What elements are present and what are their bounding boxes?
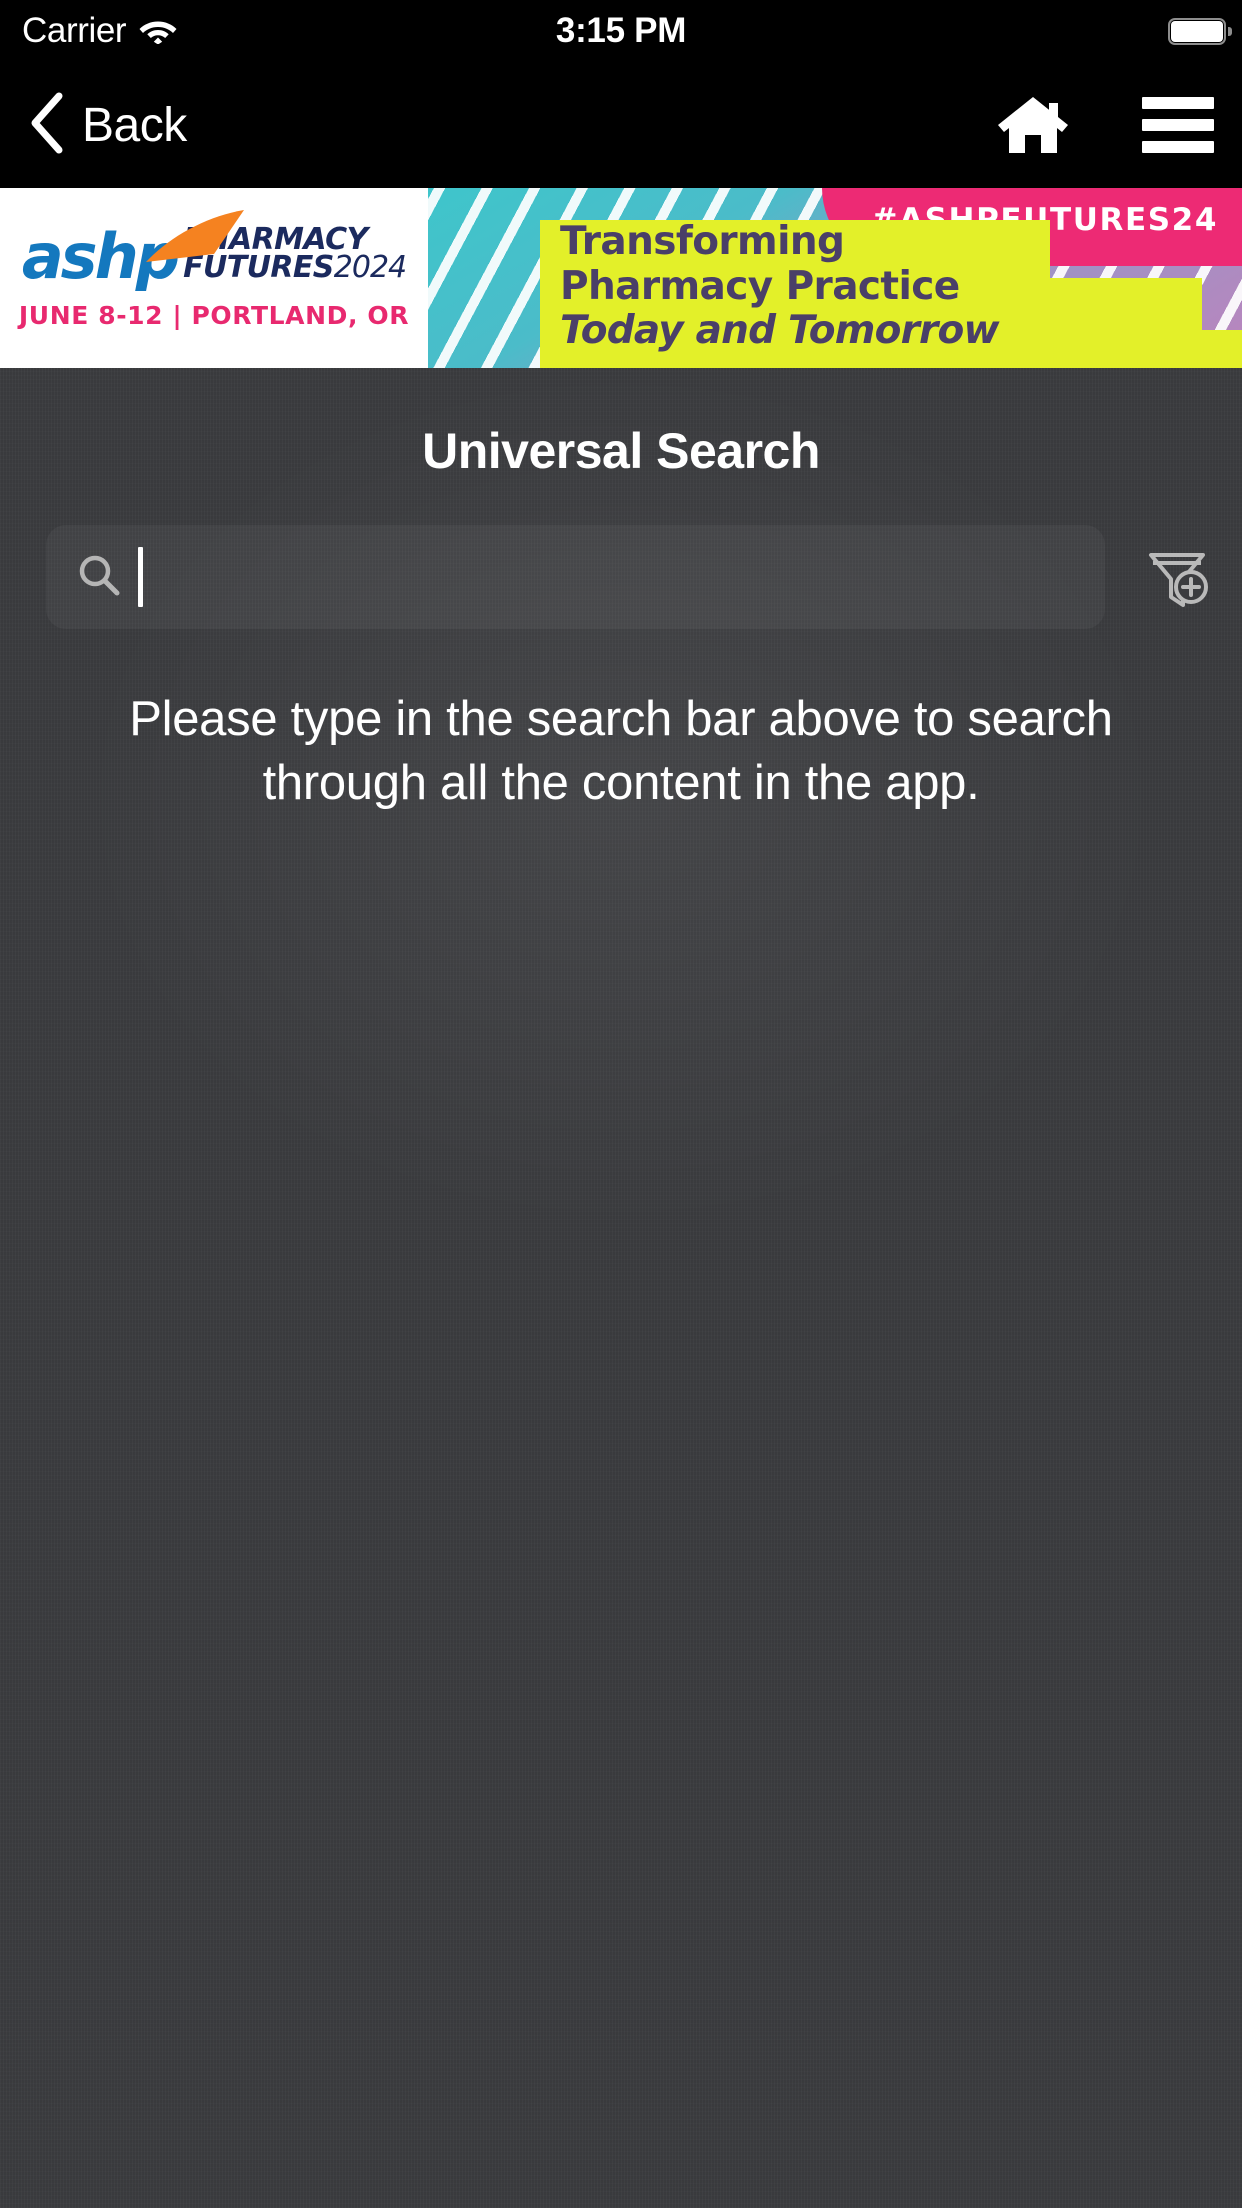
- tagline-line-2: Pharmacy Practice: [560, 264, 960, 309]
- banner-graphic-block: #ASHPFUTURES24 Transforming Pharmacy Pra…: [428, 188, 1242, 368]
- banner-dates-location: JUNE 8-12 | PORTLAND, OR: [18, 301, 410, 331]
- banner-tagline: Transforming Pharmacy Practice Today and…: [560, 222, 1242, 350]
- banner-logo-block: ashp PHARMACY FUTURES 2024 JUNE 8-12 | PO…: [0, 188, 428, 368]
- search-icon: [76, 552, 122, 603]
- search-hint-text: Please type in the search bar above to s…: [129, 692, 1113, 810]
- home-icon[interactable]: [994, 91, 1072, 159]
- search-row: [0, 525, 1242, 629]
- status-bar: Carrier 3:15 PM: [0, 0, 1242, 62]
- swoosh-icon: [140, 208, 250, 271]
- main-content: Universal Search Please type in the sear…: [0, 368, 1242, 2208]
- nav-bar-actions: [994, 62, 1214, 188]
- ashp-logo: ashp PHARMACY FUTURES 2024: [22, 209, 407, 288]
- back-button[interactable]: Back: [28, 62, 187, 188]
- search-input[interactable]: [46, 525, 1105, 629]
- chevron-left-icon: [28, 92, 64, 159]
- app-screen: Carrier 3:15 PM Back ashp PHARMACY FUTUR…: [0, 0, 1242, 2208]
- tagline-line-3: Today and Tomorrow: [560, 308, 999, 353]
- hamburger-menu-icon[interactable]: [1142, 97, 1214, 153]
- brand-year-text: 2024: [333, 249, 407, 285]
- status-bar-right: [1168, 0, 1232, 62]
- back-button-label: Back: [82, 98, 187, 152]
- tagline-line-1: Transforming: [560, 219, 845, 264]
- navigation-bar: Back: [0, 62, 1242, 188]
- page-title: Universal Search: [422, 423, 820, 479]
- filter-add-icon[interactable]: [1134, 533, 1220, 621]
- status-bar-time: 3:15 PM: [555, 11, 687, 50]
- text-cursor: [138, 547, 143, 607]
- event-banner[interactable]: ashp PHARMACY FUTURES 2024 JUNE 8-12 | PO…: [0, 188, 1242, 368]
- battery-full-icon: [1168, 17, 1232, 45]
